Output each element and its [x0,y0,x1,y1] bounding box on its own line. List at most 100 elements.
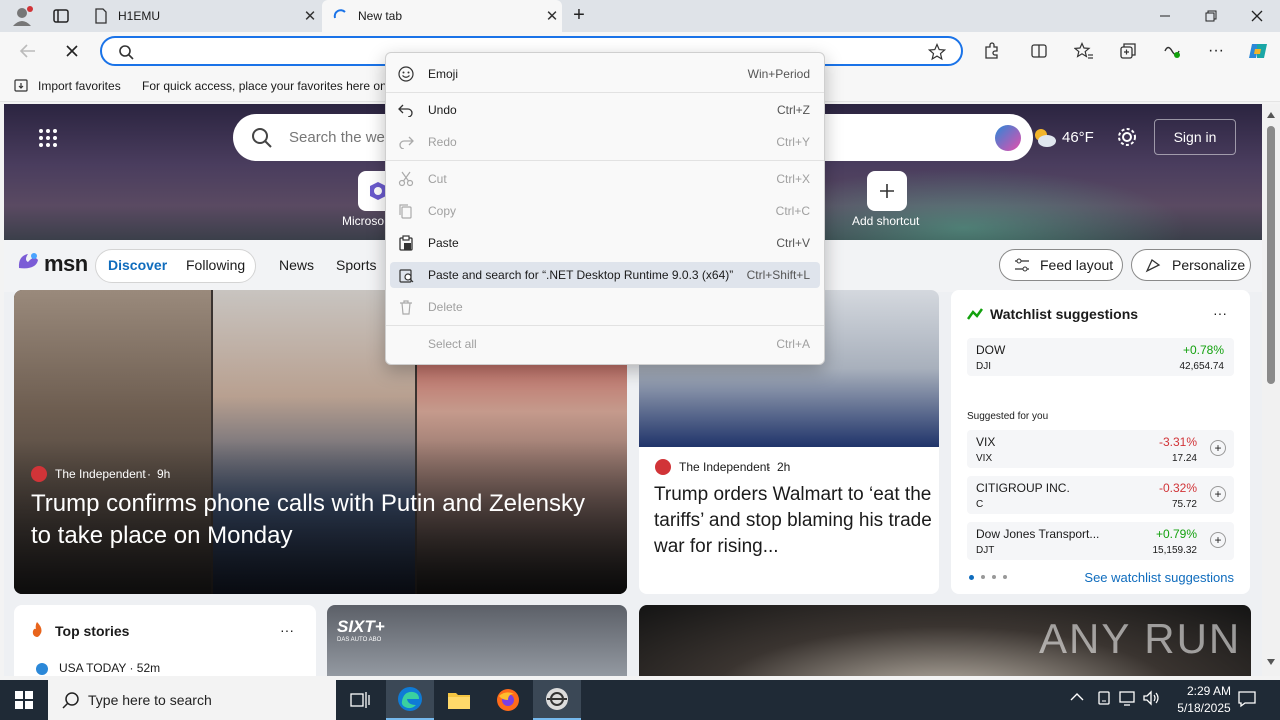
sign-in-label: Sign in [1173,129,1217,145]
tab-following[interactable]: Following [186,257,245,273]
personalize-button[interactable]: Personalize [1131,249,1251,281]
import-favorites-link[interactable]: Import favorites [38,79,121,93]
add-shortcut-label: Add shortcut [852,214,920,228]
side-source: The Independent [679,460,770,474]
menu-item-delete[interactable]: Delete [390,294,820,320]
copilot-search-icon[interactable] [995,125,1021,151]
stock-row[interactable]: VIX VIX -3.31% 17.24 + [967,430,1234,468]
task-view-button[interactable] [336,680,384,720]
clock-time[interactable]: 2:29 AM [1174,684,1244,698]
tab-discover[interactable]: Discover [108,257,167,273]
anyrun-watermark: ANY RUN [1039,615,1242,662]
network-icon[interactable] [1119,690,1137,706]
profile-icon[interactable] [10,5,34,27]
scrollbar-thumb[interactable] [1267,126,1275,384]
settings-more-icon[interactable]: ··· [1202,40,1230,62]
stock-change: -3.31% [1158,435,1197,449]
taskbar-edge-button[interactable] [386,680,434,720]
plus-icon [880,184,894,198]
menu-item-paste-and-search[interactable]: Paste and search for “.NET Desktop Runti… [390,262,820,288]
source-logo-icon [655,459,671,475]
side-age-sep: · [767,460,771,474]
weather-temperature[interactable]: 46°F [1062,129,1094,146]
copilot-icon[interactable] [1244,40,1272,62]
search-icon [62,692,79,709]
menu-item-select-all[interactable]: Select all Ctrl+A [390,331,820,357]
stock-price: 42,654.74 [1179,361,1225,372]
extensions-icon[interactable] [977,40,1005,62]
tab-strip: H1EMU ✕ New tab ✕ + [0,0,1280,32]
video-card[interactable]: ANY RUN [639,605,1251,676]
tab-sports[interactable]: Sports [336,257,376,273]
menu-item-emoji[interactable]: Emoji Win+Period [390,61,820,87]
menu-item-copy[interactable]: Copy Ctrl+C [390,198,820,224]
split-screen-icon[interactable] [1025,40,1053,62]
firefox-icon [497,689,519,711]
tray-device-icon[interactable] [1096,690,1112,706]
stock-row[interactable]: Dow Jones Transport... DJT +0.79% 15,159… [967,522,1234,560]
tab-news[interactable]: News [279,257,314,273]
close-tab-icon[interactable]: ✕ [300,7,320,25]
menu-separator [386,325,824,326]
restore-button[interactable] [1188,0,1234,32]
tab-new-tab[interactable]: New tab ✕ [322,0,562,32]
stock-row-primary[interactable]: DOW DJI +0.78% 42,654.74 [967,338,1234,376]
new-tab-button[interactable]: + [568,5,590,27]
menu-item-redo[interactable]: Redo Ctrl+Y [390,129,820,155]
taskbar-file-explorer-button[interactable] [435,680,483,720]
top-story-source[interactable]: USA TODAY · 52m [59,661,160,675]
tab-h1emu[interactable]: H1EMU ✕ [84,0,320,32]
suggested-label: Suggested for you [967,411,1049,422]
side-headline[interactable]: Trump orders Walmart to ‘eat the tariffs… [654,482,932,560]
start-button[interactable] [0,680,48,720]
folder-icon [448,693,470,709]
tab-actions-icon[interactable] [52,7,70,25]
tray-chevron-icon[interactable] [1070,692,1084,702]
volume-icon[interactable] [1143,690,1161,706]
stocks-icon [967,308,983,320]
page-scrollbar[interactable] [1262,104,1280,676]
stop-loading-icon[interactable] [58,40,86,62]
app-launcher-icon[interactable] [38,128,58,148]
search-icon [119,45,134,60]
add-stock-icon[interactable]: + [1210,532,1226,548]
collections-icon[interactable] [1114,40,1142,62]
back-icon[interactable] [14,40,42,62]
scroll-up-icon[interactable] [1267,112,1275,118]
menu-item-paste[interactable]: Paste Ctrl+V [390,230,820,256]
stock-row[interactable]: CITIGROUP INC. C -0.32% 75.72 + [967,476,1234,514]
clock-date[interactable]: 5/18/2025 [1164,701,1244,715]
feed-layout-button[interactable]: Feed layout [999,249,1123,281]
add-stock-icon[interactable]: + [1210,440,1226,456]
see-watchlist-link[interactable]: See watchlist suggestions [1084,570,1234,585]
scroll-down-icon[interactable] [1267,659,1275,665]
more-options-icon[interactable]: ··· [280,622,294,638]
stock-price: 75.72 [1171,499,1197,510]
taskbar-search-box[interactable]: Type here to search [48,680,336,720]
menu-item-undo[interactable]: Undo Ctrl+Z [390,97,820,123]
sponsored-card[interactable]: SIXT+ DAS AUTO ABO [327,605,627,676]
weather-icon[interactable] [1031,126,1057,148]
sign-in-button[interactable]: Sign in [1154,119,1236,155]
hero-headline[interactable]: Trump confirms phone calls with Putin an… [31,488,611,552]
taskbar-app-button[interactable] [533,680,581,720]
taskbar-firefox-button[interactable] [484,680,532,720]
more-options-icon[interactable]: ··· [1213,305,1227,321]
add-shortcut-button[interactable] [867,171,907,211]
browser-essentials-icon[interactable] [1158,40,1186,62]
favorites-icon[interactable] [1070,40,1098,62]
close-window-button[interactable] [1234,0,1280,32]
msn-logo-icon[interactable] [16,250,40,274]
menu-item-cut[interactable]: Cut Ctrl+X [390,166,820,192]
stock-price: 15,159.32 [1152,545,1198,556]
close-tab-icon[interactable]: ✕ [542,7,562,25]
hero-age: 9h [157,467,171,481]
scissors-icon [398,171,414,187]
pagination-dots[interactable] [969,575,1007,580]
aurora-glow [804,164,1204,244]
favorite-star-icon[interactable] [928,43,946,61]
add-stock-icon[interactable]: + [1210,486,1226,502]
page-settings-icon[interactable] [1116,126,1138,148]
notifications-icon[interactable] [1238,690,1256,708]
minimize-button[interactable] [1142,0,1188,32]
